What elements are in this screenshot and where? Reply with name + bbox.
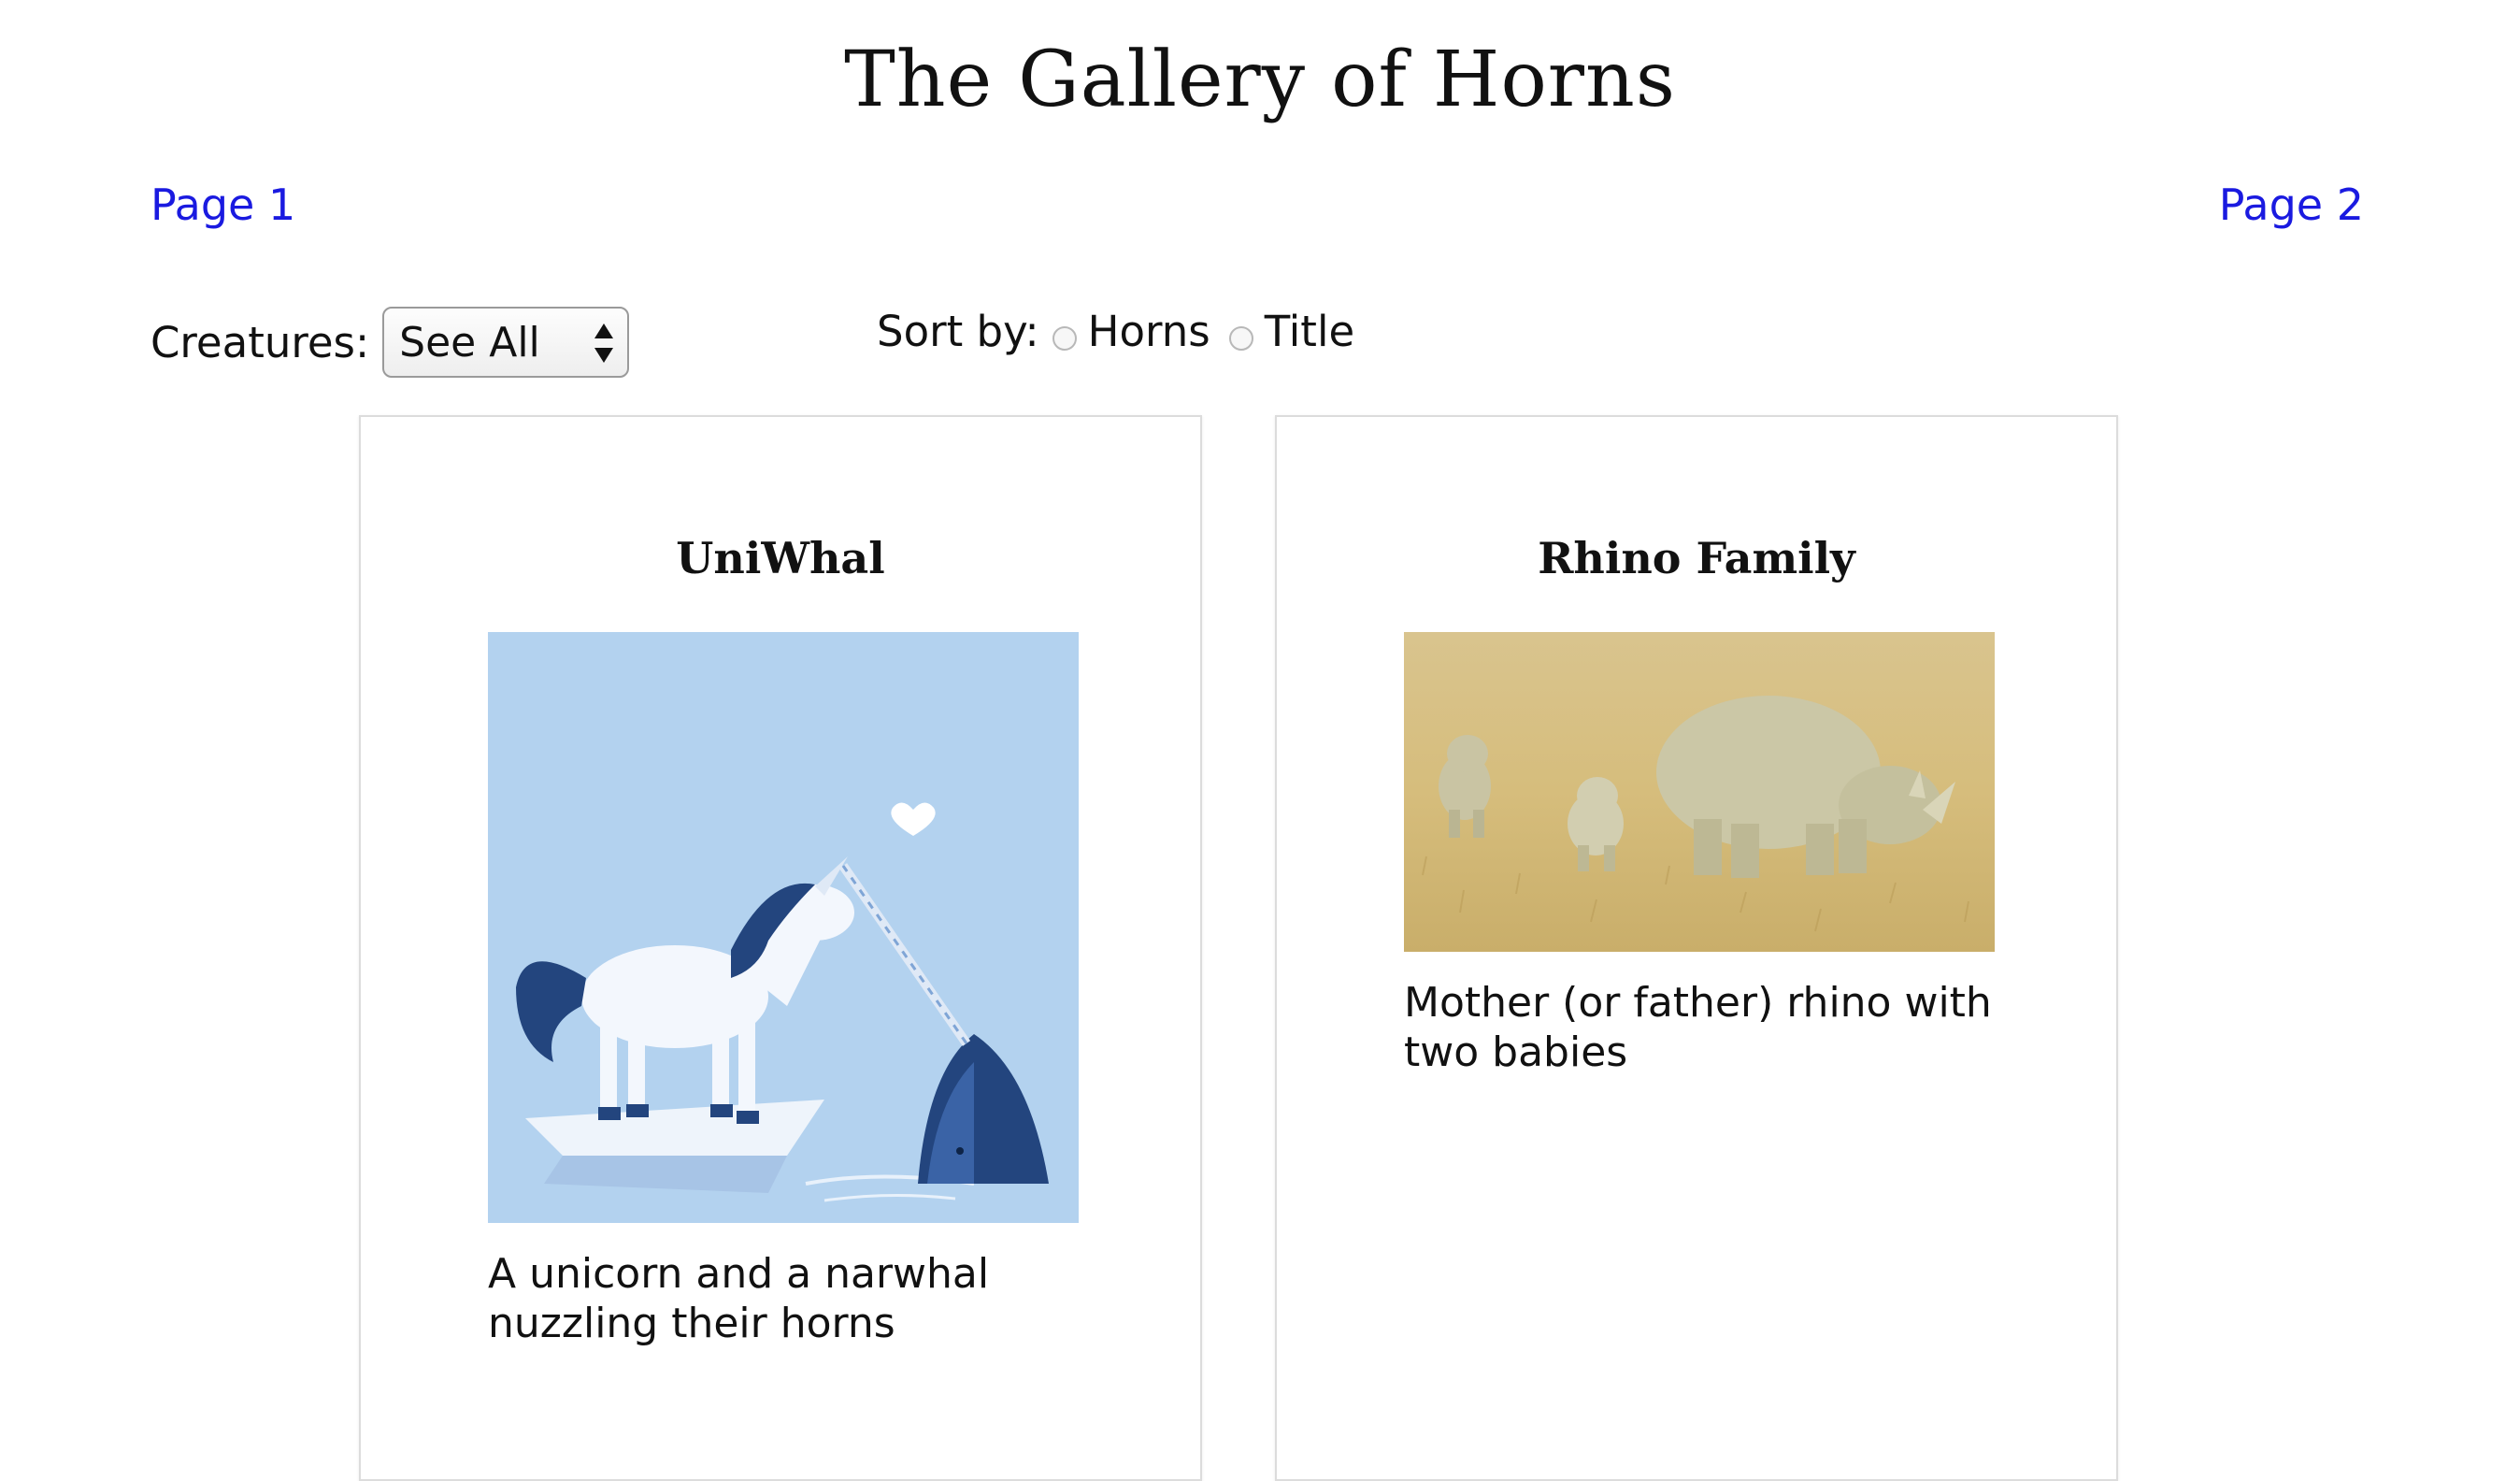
sort-horns-label[interactable]: Horns — [1088, 307, 1210, 356]
sort-title-label[interactable]: Title — [1265, 307, 1354, 356]
creature-filter: Creatures: See All — [150, 307, 630, 378]
page-title: The Gallery of Horns — [844, 36, 1676, 124]
card-title: Rhino Family — [1538, 533, 1855, 583]
creature-select-value: See All — [399, 318, 540, 367]
sort-group: Sort by: Horns Title — [877, 307, 1360, 356]
unicorn-narwhal-illustration-icon — [488, 632, 1079, 1223]
sort-horns-radio[interactable] — [1052, 325, 1077, 351]
card-description: Mother (or father) rhino with two babies — [1404, 979, 1992, 1076]
sort-title-radio[interactable] — [1228, 325, 1253, 351]
page-1-link[interactable]: Page 1 — [150, 180, 295, 230]
card-description: A unicorn and a narwhal nuzzling their h… — [488, 1250, 990, 1347]
card-title: UniWhal — [676, 533, 885, 583]
page-2-link[interactable]: Page 2 — [2219, 180, 2364, 230]
sort-label: Sort by: — [877, 307, 1039, 356]
creature-select[interactable]: See All — [382, 307, 630, 378]
gallery-card[interactable]: Rhino Family Mother (or father) rhino wi… — [1275, 415, 2118, 1481]
select-arrows-icon — [594, 324, 614, 363]
uniwhal-image — [488, 632, 1079, 1223]
rhino-family-image — [1404, 632, 1995, 952]
gallery-card[interactable]: UniWhal A unicorn and a narwhal nuzzling… — [359, 415, 1202, 1481]
rhino-family-photo-icon — [1404, 632, 1995, 952]
creature-filter-label: Creatures: — [150, 317, 370, 367]
